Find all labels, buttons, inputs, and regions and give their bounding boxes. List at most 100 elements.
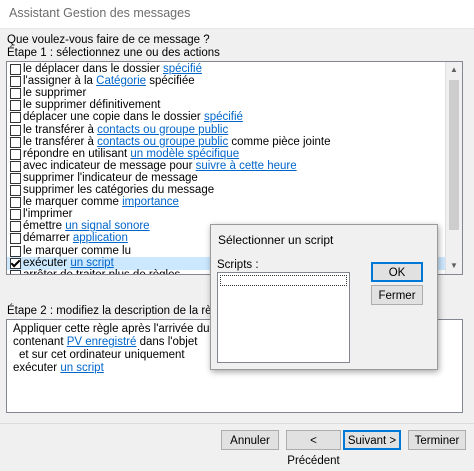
action-label: le déplacer dans le dossier spécifié [23, 63, 202, 76]
checkbox[interactable] [10, 88, 21, 100]
checkbox[interactable] [10, 112, 21, 124]
action-link[interactable]: suivre à cette heure [196, 160, 297, 172]
checkbox[interactable] [10, 233, 21, 245]
action-label: exécuter un script [23, 257, 114, 270]
action-text-tail: spécifiée [146, 75, 195, 88]
scripts-list[interactable] [217, 272, 350, 363]
action-link[interactable]: Catégorie [96, 75, 146, 87]
action-link[interactable]: contacts ou groupe public [97, 136, 228, 148]
action-label: le marquer comme lu [23, 245, 131, 258]
checkbox[interactable] [10, 76, 21, 88]
action-text: répondre en utilisant [23, 147, 131, 160]
action-label: démarrer application [23, 232, 128, 245]
finish-button[interactable]: Terminer [408, 430, 466, 450]
scroll-down-icon[interactable]: ▼ [446, 258, 462, 274]
action-text: exécuter [23, 256, 71, 269]
action-label: le marquer comme importance [23, 196, 179, 209]
action-text: supprimer l'indicateur de message [23, 171, 198, 184]
scroll-up-icon[interactable]: ▲ [446, 62, 462, 78]
action-label: arrêter de traiter plus de règles [23, 269, 180, 274]
desc-line-3: et sur cet ordinateur uniquement [19, 349, 185, 361]
action-text: déplacer une copie dans le dossier [23, 111, 204, 124]
action-text: émettre [23, 220, 66, 233]
action-text: le supprimer [23, 87, 87, 100]
action-row[interactable]: le transférer à contacts ou groupe publi… [7, 136, 445, 149]
select-script-dialog: Sélectionner un script Scripts : OK Ferm… [210, 224, 438, 370]
action-link[interactable]: un script [70, 257, 113, 269]
action-link[interactable]: contacts ou groupe public [97, 124, 228, 136]
action-label: l'assigner à la Catégorie spécifiée [23, 75, 195, 88]
action-link[interactable]: spécifié [163, 63, 202, 75]
action-text: l'imprimer [23, 208, 73, 221]
action-label: avec indicateur de message pour suivre à… [23, 160, 297, 173]
checkbox[interactable] [10, 136, 21, 148]
action-text: démarrer [23, 232, 73, 245]
window-title: Assistant Gestion des messages [9, 6, 191, 20]
action-row[interactable]: le déplacer dans le dossier spécifié [7, 63, 445, 76]
action-link[interactable]: application [73, 232, 128, 244]
next-button[interactable]: Suivant > [343, 430, 401, 450]
action-row[interactable]: l'imprimer [7, 208, 445, 221]
action-row[interactable]: déplacer une copie dans le dossier spéci… [7, 111, 445, 124]
action-text: le déplacer dans le dossier [23, 63, 163, 75]
action-label: déplacer une copie dans le dossier spéci… [23, 111, 243, 124]
checkbox[interactable] [10, 124, 21, 136]
action-label: le supprimer [23, 87, 86, 100]
action-row[interactable]: l'assigner à la Catégorie spécifiée [7, 75, 445, 88]
action-label: supprimer les catégories du message [23, 184, 214, 197]
list-focus-rect [220, 275, 347, 286]
action-row[interactable]: avec indicateur de message pour suivre à… [7, 160, 445, 173]
checkbox[interactable] [10, 148, 21, 160]
action-text: le marquer comme lu [23, 244, 132, 257]
desc-line-4-text: exécuter [13, 362, 61, 374]
checkbox[interactable] [10, 160, 21, 172]
action-link[interactable]: spécifié [204, 111, 243, 123]
prompt-text: Que voulez-vous faire de ce message ? [7, 34, 210, 46]
action-row[interactable]: le supprimer définitivement [7, 99, 445, 112]
close-button[interactable]: Fermer [371, 285, 423, 305]
action-text: le transférer à [23, 123, 98, 136]
cancel-button[interactable]: Annuler [221, 430, 279, 450]
action-text: avec indicateur de message pour [23, 159, 196, 172]
action-row[interactable]: le marquer comme importance [7, 196, 445, 209]
checkbox[interactable] [10, 221, 21, 233]
checkbox[interactable] [10, 185, 21, 196]
scroll-thumb[interactable] [449, 80, 459, 230]
action-label: l'imprimer [23, 208, 72, 221]
action-text-tail: comme pièce jointe [228, 135, 331, 148]
action-row[interactable]: supprimer les catégories du message [7, 184, 445, 197]
action-row[interactable]: le transférer à contacts ou groupe publi… [7, 124, 445, 137]
action-label: supprimer l'indicateur de message [23, 172, 198, 185]
subject-words-link[interactable]: PV enregistré [67, 336, 137, 348]
action-label: répondre en utilisant un modèle spécifiq… [23, 148, 239, 161]
script-link[interactable]: un script [60, 362, 103, 374]
action-text: l'assigner à la [23, 75, 97, 88]
desc-line-2-text: contenant [13, 336, 67, 348]
ok-button[interactable]: OK [371, 262, 423, 282]
checkbox[interactable] [10, 245, 21, 257]
action-link[interactable]: un modèle spécifique [130, 148, 239, 160]
checkbox[interactable] [10, 64, 21, 75]
checked-checkbox[interactable] [10, 257, 21, 269]
action-row[interactable]: le supprimer [7, 87, 445, 100]
action-row[interactable]: supprimer l'indicateur de message [7, 172, 445, 185]
action-label: le transférer à contacts ou groupe publi… [23, 136, 331, 149]
action-link[interactable]: un signal sonore [65, 220, 149, 232]
action-row[interactable]: répondre en utilisant un modèle spécifiq… [7, 148, 445, 161]
checkbox[interactable] [10, 197, 21, 209]
dialog-title: Sélectionner un script [218, 233, 334, 247]
checkbox[interactable] [10, 209, 21, 221]
checkbox[interactable] [10, 172, 21, 184]
checkbox[interactable] [10, 269, 21, 274]
back-button[interactable]: < Précédent [286, 430, 341, 467]
desc-line-2: contenant PV enregistré dans l'objet [13, 336, 197, 348]
action-text: le supprimer définitivement [23, 99, 161, 112]
action-text: le transférer à [23, 135, 98, 148]
action-link[interactable]: importance [122, 196, 179, 208]
checkbox[interactable] [10, 100, 21, 112]
action-text: supprimer les catégories du message [23, 184, 215, 196]
footer-separator [0, 423, 474, 424]
action-label: le supprimer définitivement [23, 99, 160, 112]
desc-line-2-tail: dans l'objet [136, 336, 198, 348]
actions-scrollbar[interactable]: ▲ ▼ [445, 62, 462, 274]
